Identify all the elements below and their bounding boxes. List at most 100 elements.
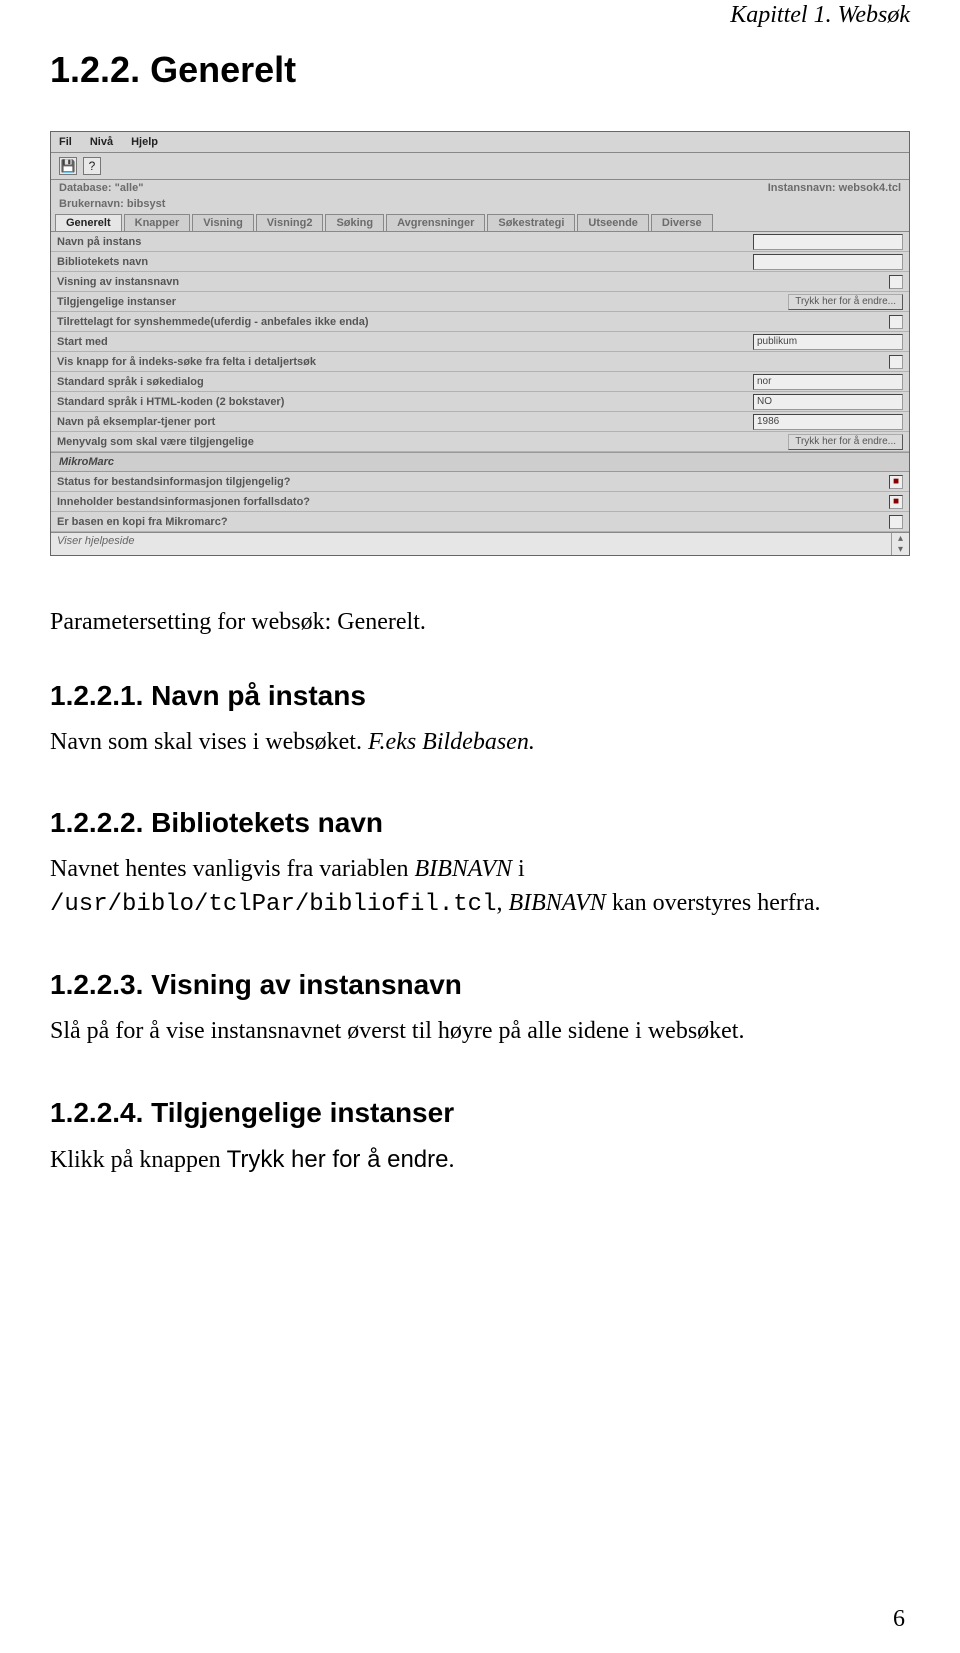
tab-avgrensninger[interactable]: Avgrensninger — [386, 214, 485, 231]
row-sprak-sokedialog: Standard språk i søkedialog nor — [51, 372, 909, 392]
help-icon[interactable]: ? — [83, 157, 101, 175]
row-visning-instansnavn: Visning av instansnavn — [51, 272, 909, 292]
infobar-user: Brukernavn: bibsyst — [51, 196, 909, 212]
synshemmede-check[interactable] — [889, 315, 903, 329]
tab-visning2[interactable]: Visning2 — [256, 214, 324, 231]
tab-generelt[interactable]: Generelt — [55, 214, 122, 231]
tilgjengelige-instanser-button[interactable]: Trykk her for å endre... — [788, 294, 903, 310]
row-label: Standard språk i HTML-koden (2 bokstaver… — [57, 396, 753, 408]
example-text: F.eks Bildebasen. — [368, 729, 535, 755]
toolbar: 💾 ? — [51, 153, 909, 180]
text: Klikk på knappen — [50, 1147, 227, 1173]
row-forfallsdato: Inneholder bestandsinformasjonen forfall… — [51, 492, 909, 512]
navn-instans-input[interactable] — [753, 234, 903, 250]
row-navn-instans: Navn på instans — [51, 232, 909, 252]
tab-visning[interactable]: Visning — [192, 214, 254, 231]
tab-utseende[interactable]: Utseende — [577, 214, 649, 231]
para-1-2-2-3: Slå på for å vise instansnavnet øverst t… — [50, 1015, 910, 1049]
section-bibliotekets-navn: 1.2.2.2. Bibliotekets navn Navnet hentes… — [50, 807, 910, 921]
text: kan overstyres herfra. — [606, 890, 821, 916]
section-visning-instansnavn: 1.2.2.3. Visning av instansnavn Slå på f… — [50, 969, 910, 1049]
vis-knapp-indeks-check[interactable] — [889, 355, 903, 369]
visning-instansnavn-check[interactable] — [889, 275, 903, 289]
row-label: Bibliotekets navn — [57, 256, 753, 268]
row-label: Tilrettelagt for synshemmede(uferdig - a… — [57, 316, 881, 328]
statusbar: Viser hjelpeside ▴ ▾ — [51, 532, 909, 555]
section-navn-instans: 1.2.2.1. Navn på instans Navn som skal v… — [50, 680, 910, 760]
menyvalg-button[interactable]: Trykk her for å endre... — [788, 434, 903, 450]
app-screenshot: Fil Nivå Hjelp 💾 ? Database: "alle" Inst… — [50, 131, 910, 556]
status-message: Viser hjelpeside — [51, 533, 891, 555]
kopi-mikromarc-check[interactable] — [889, 515, 903, 529]
chapter-header: Kapittel 1. Websøk — [50, 0, 910, 29]
section-mikromarc: MikroMarc — [51, 452, 909, 472]
row-status-bestand: Status for bestandsinformasjon tilgjenge… — [51, 472, 909, 492]
tab-knapper[interactable]: Knapper — [124, 214, 191, 231]
row-bibliotekets-navn: Bibliotekets navn — [51, 252, 909, 272]
forfallsdato-check[interactable]: ■ — [889, 495, 903, 509]
bibliotekets-navn-input[interactable] — [753, 254, 903, 270]
heading-1-2-2-2: 1.2.2.2. Bibliotekets navn — [50, 807, 910, 839]
row-kopi-mikromarc: Er basen en kopi fra Mikromarc? — [51, 512, 909, 532]
para-1-2-2-4: Klikk på knappen Trykk her for å endre. — [50, 1143, 910, 1178]
form-area: Navn på instans Bibliotekets navn Visnin… — [51, 231, 909, 532]
status-bestand-check[interactable]: ■ — [889, 475, 903, 489]
row-label: Vis knapp for å indeks-søke fra felta i … — [57, 356, 881, 368]
row-label: Navn på instans — [57, 236, 753, 248]
var-bibnavn-2: BIBNAVN — [508, 890, 605, 916]
page-title: 1.2.2. Generelt — [50, 49, 910, 91]
row-label: Inneholder bestandsinformasjonen forfall… — [57, 496, 881, 508]
row-label: Tilgjengelige instanser — [57, 296, 788, 308]
row-sprak-html: Standard språk i HTML-koden (2 bokstaver… — [51, 392, 909, 412]
row-eksemplar-port: Navn på eksemplar-tjener port 1986 — [51, 412, 909, 432]
infobar: Database: "alle" Instansnavn: websok4.tc… — [51, 180, 909, 196]
row-menyvalg: Menyvalg som skal være tilgjengelige Try… — [51, 432, 909, 452]
row-start-med: Start med publikum — [51, 332, 909, 352]
menu-hjelp[interactable]: Hjelp — [131, 136, 158, 148]
page-number: 6 — [893, 1606, 905, 1633]
text: Navn som skal vises i websøket. — [50, 729, 368, 755]
text: i — [512, 856, 525, 882]
text: . — [448, 1147, 454, 1173]
var-bibnavn: BIBNAVN — [415, 856, 512, 882]
menu-niva[interactable]: Nivå — [90, 136, 113, 148]
heading-1-2-2-3: 1.2.2.3. Visning av instansnavn — [50, 969, 910, 1001]
instans-label: Instansnavn: websok4.tcl — [768, 182, 901, 194]
row-label: Status for bestandsinformasjon tilgjenge… — [57, 476, 881, 488]
heading-1-2-2-1: 1.2.2.1. Navn på instans — [50, 680, 910, 712]
section-tilgjengelige-instanser: 1.2.2.4. Tilgjengelige instanser Klikk p… — [50, 1097, 910, 1178]
path-text: /usr/biblo/tclPar/bibliofil.tcl — [50, 891, 496, 918]
eksemplar-port-input[interactable]: 1986 — [753, 414, 903, 430]
brukernavn-label: Brukernavn: bibsyst — [59, 198, 165, 210]
button-name-text: Trykk her for å endre — [227, 1146, 449, 1173]
menubar: Fil Nivå Hjelp — [51, 132, 909, 153]
tab-sokestrategi[interactable]: Søkestrategi — [487, 214, 575, 231]
row-label: Er basen en kopi fra Mikromarc? — [57, 516, 881, 528]
intro-text: Parametersetting for websøk: Generelt. — [50, 606, 910, 640]
text: , — [496, 890, 508, 916]
sprak-html-input[interactable]: NO — [753, 394, 903, 410]
start-med-input[interactable]: publikum — [753, 334, 903, 350]
heading-1-2-2-4: 1.2.2.4. Tilgjengelige instanser — [50, 1097, 910, 1129]
text: Navnet hentes vanligvis fra variablen — [50, 856, 415, 882]
scrollbar[interactable]: ▴ ▾ — [891, 533, 909, 555]
row-label: Navn på eksemplar-tjener port — [57, 416, 753, 428]
menu-fil[interactable]: Fil — [59, 136, 72, 148]
tab-diverse[interactable]: Diverse — [651, 214, 713, 231]
row-tilgjengelige-instanser: Tilgjengelige instanser Trykk her for å … — [51, 292, 909, 312]
scroll-down-icon[interactable]: ▾ — [898, 544, 903, 555]
para-1-2-2-2: Navnet hentes vanligvis fra variablen BI… — [50, 853, 910, 921]
row-label: Standard språk i søkedialog — [57, 376, 753, 388]
tab-soking[interactable]: Søking — [325, 214, 384, 231]
save-icon[interactable]: 💾 — [59, 157, 77, 175]
tabs: Generelt Knapper Visning Visning2 Søking… — [51, 212, 909, 231]
row-label: Menyvalg som skal være tilgjengelige — [57, 436, 788, 448]
row-vis-knapp-indeks: Vis knapp for å indeks-søke fra felta i … — [51, 352, 909, 372]
row-label: Visning av instansnavn — [57, 276, 881, 288]
row-synshemmede: Tilrettelagt for synshemmede(uferdig - a… — [51, 312, 909, 332]
row-label: Start med — [57, 336, 753, 348]
database-label: Database: "alle" — [59, 182, 143, 194]
scroll-up-icon[interactable]: ▴ — [898, 533, 903, 544]
para-1-2-2-1: Navn som skal vises i websøket. F.eks Bi… — [50, 726, 910, 760]
sprak-sokedialog-input[interactable]: nor — [753, 374, 903, 390]
